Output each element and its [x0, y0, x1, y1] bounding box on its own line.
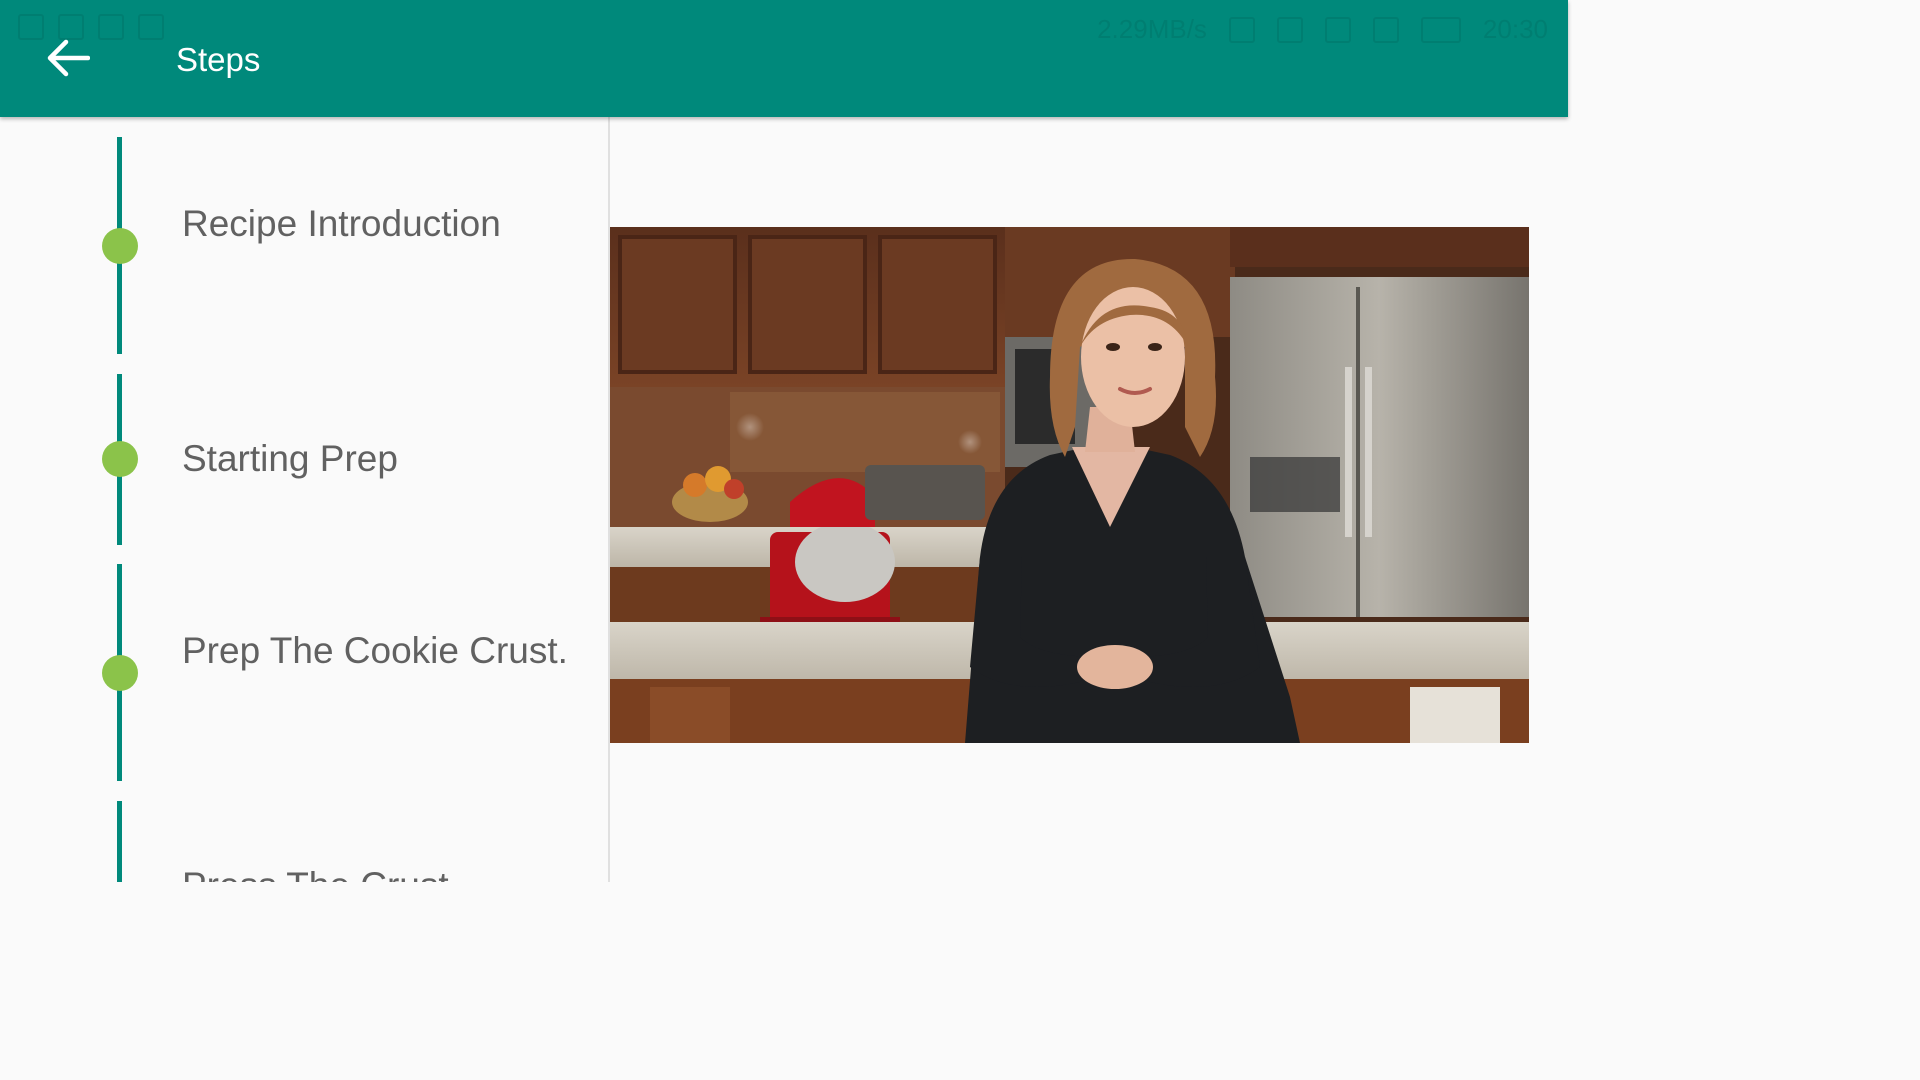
timeline-line: [117, 801, 122, 882]
step-label: Press The Crust: [182, 862, 582, 882]
step-item-starting-prep[interactable]: Starting Prep: [0, 374, 608, 545]
vibrate-icon: [1276, 16, 1303, 43]
app-bar: 2.29MB/s 20:30 Steps: [0, 0, 1568, 117]
step-item-press-the-crust[interactable]: Press The Crust: [0, 801, 608, 882]
step-label: Starting Prep: [182, 438, 398, 479]
back-button[interactable]: [36, 26, 100, 90]
step-dot: [102, 655, 138, 691]
clock: 20:30: [1482, 14, 1548, 44]
arrow-left-icon: [47, 39, 90, 77]
steps-list[interactable]: Recipe Introduction Starting Prep Prep T…: [0, 117, 608, 882]
nfc-icon: [1228, 16, 1255, 43]
status-system: 2.29MB/s 20:30: [1097, 14, 1548, 45]
gallery-icon: [98, 14, 124, 40]
video-frame: [610, 227, 1529, 743]
page-title: Steps: [176, 41, 261, 78]
step-label: Recipe Introduction: [182, 203, 501, 244]
step-label: Prep The Cookie Crust.: [182, 630, 568, 671]
alarm-icon: [1324, 16, 1351, 43]
step-item-recipe-introduction[interactable]: Recipe Introduction: [0, 137, 608, 354]
step-dot: [102, 441, 138, 477]
signal-icon: [1372, 16, 1399, 43]
step-dot: [102, 228, 138, 264]
network-speed: 2.29MB/s: [1097, 14, 1207, 44]
video-player[interactable]: [610, 227, 1529, 743]
battery-icon: [1420, 16, 1461, 43]
screen-icon: [138, 14, 164, 40]
step-item-prep-the-cookie-crust[interactable]: Prep The Cookie Crust.: [0, 564, 608, 781]
